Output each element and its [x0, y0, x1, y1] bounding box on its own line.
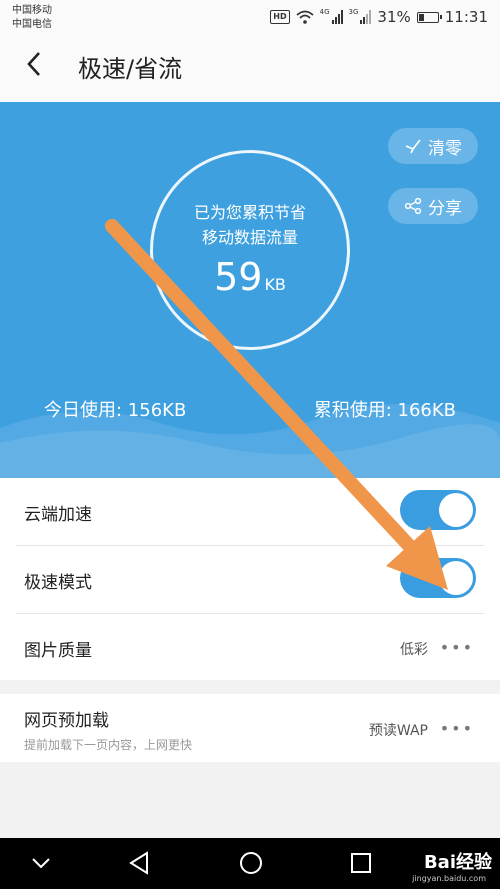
speed-mode-toggle[interactable]	[400, 558, 476, 598]
watermark-logo: Bai经验	[423, 852, 492, 873]
share-label: 分享	[428, 198, 462, 219]
battery-percent: 31%	[377, 8, 411, 26]
chevron-left-icon[interactable]	[26, 50, 42, 86]
total-usage: 累积使用: 166KB	[313, 400, 456, 421]
wifi-icon	[296, 10, 314, 24]
saved-amount: 59 KB	[153, 255, 347, 307]
cloud-accel-label: 云端加速	[24, 505, 92, 525]
saved-unit: KB	[264, 275, 286, 294]
image-quality-row[interactable]: 图片质量 低彩 •••	[0, 614, 500, 682]
carrier-1: 中国移动	[12, 5, 52, 16]
toggle-knob	[439, 493, 473, 527]
clear-label: 清零	[428, 138, 462, 159]
chevron-down-icon[interactable]	[30, 856, 52, 870]
hd-icon: HD	[270, 10, 290, 24]
preload-value: 预读WAP	[368, 723, 428, 739]
battery-icon	[416, 11, 442, 23]
image-quality-label: 图片质量	[24, 641, 92, 661]
network-type-1: 4G	[319, 8, 330, 16]
carrier-2: 中国电信	[12, 19, 52, 30]
recents-square-icon[interactable]	[350, 852, 372, 874]
savings-line-2: 移动数据流量	[201, 228, 298, 247]
share-icon	[404, 197, 422, 215]
preload-label: 网页预加载	[24, 711, 109, 731]
preload-card: 网页预加载 提前加载下一页内容，上网更快 预读WAP •••	[0, 694, 500, 762]
page-title: 极速/省流	[78, 55, 183, 83]
watermark-url: jingyan.baidu.com	[412, 874, 486, 883]
carrier-info: 中国移动 中国电信	[12, 4, 52, 32]
speed-mode-label: 极速模式	[24, 573, 92, 593]
clock: 11:31	[444, 8, 488, 26]
share-button[interactable]: 分享	[388, 188, 478, 224]
signal-icon-2	[360, 10, 372, 24]
more-icon[interactable]: •••	[440, 638, 474, 657]
savings-circle: 已为您累积节省 移动数据流量 59 KB	[150, 150, 350, 350]
back-triangle-icon[interactable]	[128, 850, 150, 876]
speed-mode-row: 极速模式	[0, 546, 500, 614]
network-type-2: 3G	[348, 8, 359, 16]
image-quality-value: 低彩	[400, 642, 428, 658]
data-savings-panel: 已为您累积节省 移动数据流量 59 KB 清零 分享 今日使用: 156KB 累积…	[0, 102, 500, 478]
toggle-knob	[439, 561, 473, 595]
more-icon[interactable]: •••	[440, 719, 474, 738]
signal-icon	[331, 10, 343, 24]
preload-description: 提前加载下一页内容，上网更快	[24, 738, 193, 752]
savings-line-1: 已为您累积节省	[193, 203, 306, 222]
battery-level	[418, 13, 424, 21]
status-icons: HD 4G 3G 31% 11:31	[270, 8, 488, 26]
status-bar: 中国移动 中国电信 HD 4G 3G 31% 11:31	[0, 0, 500, 36]
home-circle-icon[interactable]	[238, 850, 264, 876]
settings-card: 云端加速 极速模式 图片质量 低彩 •••	[0, 478, 500, 680]
today-usage: 今日使用: 156KB	[44, 400, 187, 421]
app-header: 极速/省流	[0, 36, 500, 102]
cloud-accel-toggle[interactable]	[400, 490, 476, 530]
broom-icon	[405, 139, 421, 154]
preload-row[interactable]: 网页预加载 提前加载下一页内容，上网更快 预读WAP •••	[0, 694, 500, 762]
cloud-accel-row: 云端加速	[0, 478, 500, 546]
clear-button[interactable]: 清零	[388, 128, 478, 164]
saved-value: 59	[214, 255, 263, 299]
